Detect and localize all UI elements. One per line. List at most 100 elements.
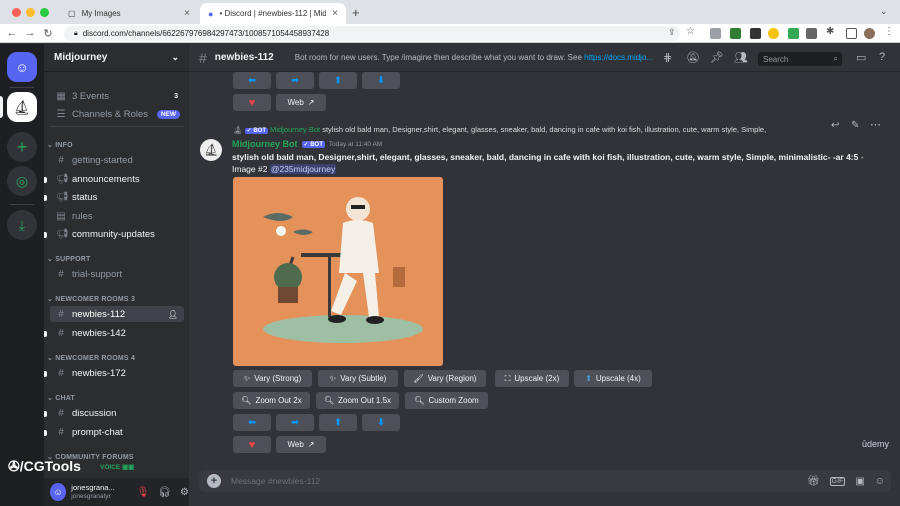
arrow-down-button[interactable]: ⬇ <box>362 72 400 89</box>
search-input[interactable]: Search ⌕ <box>758 52 842 66</box>
extension-icon[interactable] <box>806 28 817 39</box>
custom-zoom-button[interactable]: 🔍︎ Custom Zoom <box>405 392 488 409</box>
zoom-out-2x-button[interactable]: 🔍︎ Zoom Out 2x <box>233 392 310 409</box>
channel-topic[interactable]: Bot room for new users. Type /imagine th… <box>295 53 665 62</box>
hashtag-icon: # <box>58 327 64 339</box>
user-avatar[interactable]: ☺ <box>50 483 67 501</box>
edit-icon[interactable]: ✎ <box>851 120 859 131</box>
pinned-messages-icon[interactable]: 📌︎ <box>710 51 724 64</box>
extension-icon[interactable] <box>768 28 779 39</box>
midjourney-server-icon[interactable]: ⛵︎ <box>7 92 37 122</box>
bot-avatar[interactable]: ⛵︎ <box>200 139 222 161</box>
pan-up-button[interactable]: ⬆ <box>319 414 357 431</box>
profile-avatar-icon[interactable] <box>864 28 875 39</box>
close-window-button[interactable] <box>12 8 21 17</box>
help-icon[interactable]: ? <box>879 51 885 63</box>
upscale-4x-button[interactable]: ⬆ Upscale (4x) <box>574 370 652 387</box>
server-header[interactable]: Midjourney ⌄ <box>44 44 189 72</box>
notification-bell-muted-icon[interactable]: 🔕︎ <box>686 51 700 64</box>
browser-tab-discord[interactable]: ● • Discord | #newbies-112 | Mid... × <box>200 3 346 24</box>
discord-home-icon[interactable]: ☺ <box>7 52 37 82</box>
zoom-out-1-5x-button[interactable]: 🔍︎ Zoom Out 1.5x <box>316 392 399 409</box>
arrow-right-button[interactable]: ➡ <box>276 72 314 89</box>
tab-search-icon[interactable]: ⌄ <box>880 6 888 17</box>
category-newcomer-rooms-4[interactable]: ⌄ NEWCOMER ROOMS 4 <box>47 354 135 362</box>
settings-gear-icon[interactable]: ⚙ <box>180 487 189 498</box>
more-options-icon[interactable]: ⋯ <box>870 118 881 131</box>
channel-prompt-chat[interactable]: # prompt-chat <box>50 424 184 440</box>
upscale-2x-button[interactable]: ⛶ Upscale (2x) <box>495 370 569 387</box>
pan-left-button[interactable]: ⬅ <box>233 414 271 431</box>
events-item[interactable]: ▦ 3 Events 3 <box>50 88 184 104</box>
pan-down-button[interactable]: ⬇ <box>362 414 400 431</box>
gif-icon[interactable]: GIF <box>829 476 846 486</box>
maximize-window-button[interactable] <box>40 8 49 17</box>
channel-community-updates[interactable]: 📢︎ community-updates <box>50 226 184 242</box>
message-composer[interactable]: + Message #newbies-112 🎁︎ GIF ▣ ☺ <box>199 470 891 492</box>
channel-rules[interactable]: ▤ rules <box>50 208 184 224</box>
reply-icon[interactable]: ↩ <box>831 120 839 131</box>
channel-status[interactable]: 📢︎ status <box>50 189 184 205</box>
share-icon[interactable]: ⇪ <box>668 27 676 38</box>
add-attachment-icon[interactable]: + <box>207 474 221 488</box>
arrow-left-button[interactable]: ⬅ <box>233 72 271 89</box>
inbox-icon[interactable]: ▭ <box>856 51 866 64</box>
arrow-up-button[interactable]: ⬆ <box>319 72 357 89</box>
web-link-button[interactable]: Web ↗ <box>276 436 326 453</box>
minimize-window-button[interactable] <box>26 8 35 17</box>
member-list-icon[interactable]: 👥︎ <box>734 51 748 64</box>
back-icon[interactable]: ← <box>3 27 21 39</box>
channel-newbies-142[interactable]: # newbies-142 <box>50 325 184 341</box>
channels-roles-item[interactable]: ☰ Channels & Roles NEW <box>50 106 184 122</box>
favorite-button[interactable]: ♥ <box>233 94 271 111</box>
close-tab-icon[interactable]: × <box>184 8 190 19</box>
reload-icon[interactable]: ↻ <box>39 27 57 40</box>
channel-trial-support[interactable]: # trial-support <box>50 266 184 282</box>
side-panel-icon[interactable] <box>846 28 857 39</box>
category-chat[interactable]: ⌄ CHAT <box>47 394 75 402</box>
bookmark-star-icon[interactable]: ☆ <box>686 26 695 37</box>
channel-getting-started[interactable]: # getting-started <box>50 152 184 168</box>
extensions-puzzle-icon[interactable]: ✱ <box>826 26 834 37</box>
extension-icon[interactable] <box>730 28 741 39</box>
topic-link[interactable]: https://docs.midjo... <box>584 53 653 62</box>
new-tab-button[interactable]: + <box>352 5 360 20</box>
mute-mic-icon[interactable]: 🎙︎ <box>137 487 150 498</box>
vary-subtle-button[interactable]: ✨︎ Vary (Subtle) <box>318 370 398 387</box>
extension-icon[interactable] <box>750 28 761 39</box>
channel-discussion[interactable]: # discussion <box>50 405 184 421</box>
add-server-icon[interactable]: + <box>7 132 37 162</box>
favorite-button[interactable]: ♥ <box>233 436 271 453</box>
vary-region-button[interactable]: 🖌︎ Vary (Region) <box>404 370 486 387</box>
download-apps-icon[interactable]: ⤓ <box>7 210 37 240</box>
threads-icon[interactable]: ⋕ <box>663 51 672 64</box>
user-mention[interactable]: @235midjourney <box>269 164 337 174</box>
unread-indicator <box>44 177 47 183</box>
emoji-icon[interactable]: ☺ <box>875 476 885 487</box>
vary-strong-button[interactable]: ✨︎ Vary (Strong) <box>233 370 312 387</box>
category-info[interactable]: ⌄ INFO <box>47 141 73 149</box>
message-author[interactable]: Midjourney Bot <box>232 139 298 149</box>
browser-menu-icon[interactable]: ⋮ <box>884 26 894 37</box>
channel-newbies-172[interactable]: # newbies-172 <box>50 365 184 381</box>
message-input[interactable]: Message #newbies-112 <box>231 476 320 486</box>
generated-image[interactable] <box>233 177 443 366</box>
pan-right-button[interactable]: ➡ <box>276 414 314 431</box>
category-newcomer-rooms-3[interactable]: ⌄ NEWCOMER ROOMS 3 <box>47 295 135 303</box>
browser-tab-my-images[interactable]: ▢ My Images × <box>60 3 198 24</box>
add-member-icon[interactable]: 👤︎ <box>168 310 178 319</box>
extension-icon[interactable] <box>788 28 799 39</box>
close-tab-icon[interactable]: × <box>332 8 338 19</box>
headphones-icon[interactable]: 🎧︎ <box>158 487 171 498</box>
gift-icon[interactable]: 🎁︎ <box>807 476 820 487</box>
channel-newbies-112[interactable]: # newbies-112 👤︎ <box>50 306 184 322</box>
sticker-icon[interactable]: ▣ <box>855 476 864 487</box>
reply-reference[interactable]: ⛵︎ ✓ BOT Midjourney Bot stylish old bald… <box>233 125 833 134</box>
extension-icon[interactable] <box>710 28 721 39</box>
category-support[interactable]: ⌄ SUPPORT <box>47 255 90 263</box>
explore-servers-icon[interactable]: ◎ <box>7 166 37 196</box>
channel-announcements[interactable]: 📢︎ announcements <box>50 171 184 187</box>
address-bar[interactable]: 🔒︎ discord.com/channels/6622679769842974… <box>64 26 680 41</box>
forward-icon[interactable]: → <box>21 27 39 39</box>
web-link-button[interactable]: Web ↗ <box>276 94 326 111</box>
